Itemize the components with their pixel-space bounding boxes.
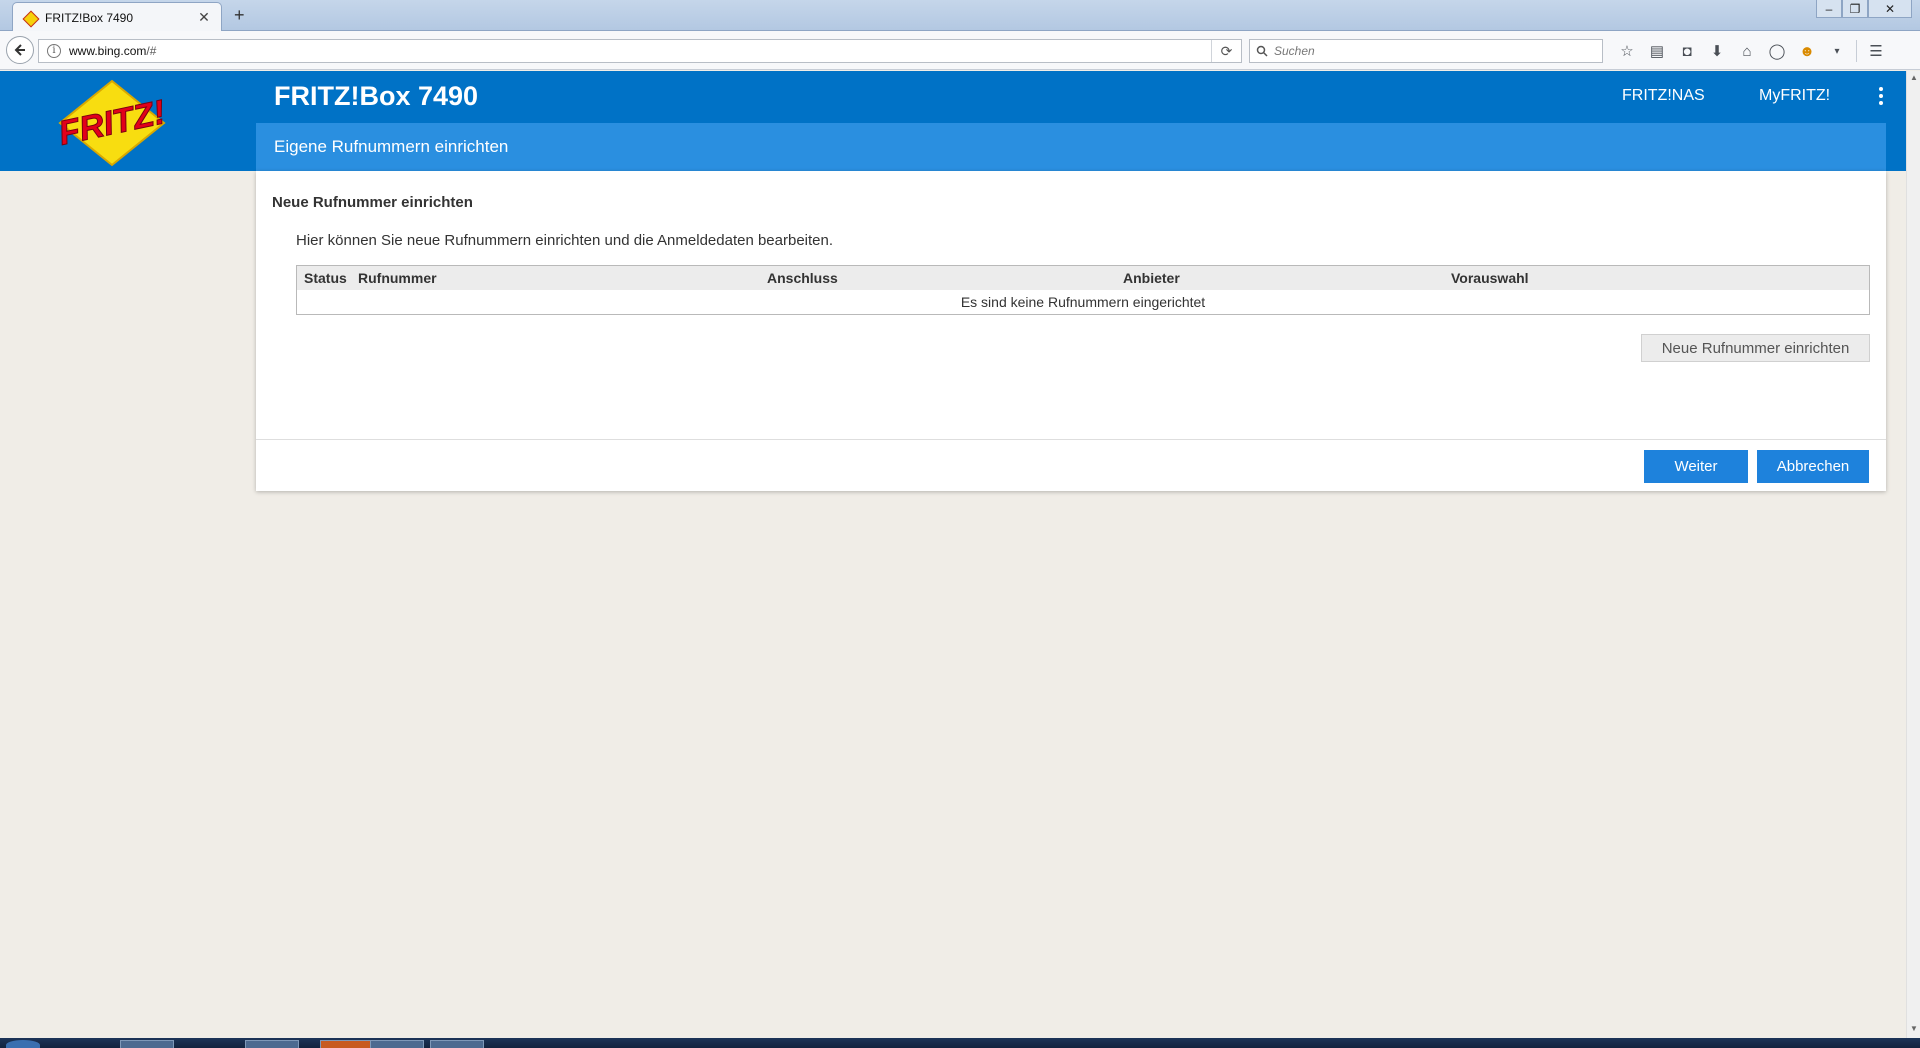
search-icon [1250, 45, 1274, 57]
os-taskbar [0, 1038, 1920, 1048]
toolbar-separator [1856, 40, 1857, 62]
tab-title: FRITZ!Box 7490 [45, 10, 134, 25]
extension-dropdown-icon[interactable]: ▾ [1822, 38, 1852, 64]
menu-icon[interactable]: ☰ [1861, 38, 1891, 64]
restore-icon[interactable]: ❐ [1842, 0, 1868, 18]
fritz-logo[interactable]: FRITZ! [52, 77, 172, 169]
pocket-icon[interactable]: ◘ [1672, 38, 1702, 64]
bookmark-star-icon[interactable]: ☆ [1612, 38, 1642, 64]
page-scrollbar[interactable]: ▲ ▼ [1906, 71, 1920, 1038]
extension-icon[interactable]: ☻ [1792, 38, 1822, 64]
cancel-button[interactable]: Abbrechen [1757, 450, 1869, 483]
bookmarks-list-icon[interactable]: ▤ [1642, 38, 1672, 64]
scroll-up-icon[interactable]: ▲ [1909, 73, 1919, 85]
start-button[interactable] [6, 1040, 40, 1048]
new-tab-icon[interactable]: + [234, 6, 245, 24]
reload-icon[interactable]: ⟳ [1211, 40, 1241, 62]
column-anschluss: Anschluss [767, 270, 838, 286]
section-heading: Neue Rufnummer einrichten [272, 194, 473, 211]
url-bar[interactable]: i www.bing.com/# ⟳ [38, 39, 1242, 63]
nav-link-myfritz[interactable]: MyFRITZ! [1759, 87, 1830, 105]
window-controls: ‒ ❐ ✕ [1816, 0, 1912, 18]
card-divider [256, 439, 1886, 440]
chat-icon[interactable]: ◯ [1762, 38, 1792, 64]
page: FRITZ! FRITZ!Box 7490 FRITZ!NAS MyFRITZ!… [0, 71, 1906, 1038]
column-rufnummer: Rufnummer [358, 270, 437, 286]
column-anbieter: Anbieter [1123, 270, 1180, 286]
product-title: FRITZ!Box 7490 [274, 81, 479, 111]
minimize-icon[interactable]: ‒ [1816, 0, 1842, 18]
empty-table-message: Es sind keine Rufnummern eingerichtet [960, 294, 1206, 310]
taskbar-item[interactable] [430, 1040, 484, 1048]
browser-tab[interactable]: FRITZ!Box 7490 ✕ [12, 2, 222, 32]
page-subtitle: Eigene Rufnummern einrichten [274, 137, 509, 156]
back-button[interactable] [6, 36, 34, 64]
taskbar-item[interactable] [370, 1040, 424, 1048]
taskbar-item[interactable] [320, 1040, 374, 1048]
column-vorauswahl: Vorauswahl [1451, 270, 1529, 286]
home-icon[interactable]: ⌂ [1732, 38, 1762, 64]
close-window-icon[interactable]: ✕ [1868, 0, 1912, 18]
content-card: Neue Rufnummer einrichten Hier können Si… [256, 171, 1886, 491]
taskbar-item[interactable] [245, 1040, 299, 1048]
phone-number-table: Status Rufnummer Anschluss Anbieter Vora… [296, 265, 1870, 315]
browser-toolbar: ☆ ▤ ◘ ⬇ ⌂ ◯ ☻ ▾ ☰ [1612, 38, 1891, 64]
search-placeholder: Suchen [1274, 44, 1315, 58]
section-description: Hier können Sie neue Rufnummern einricht… [296, 232, 834, 249]
more-menu-icon[interactable] [1876, 87, 1886, 107]
column-status: Status [304, 270, 347, 286]
new-number-button[interactable]: Neue Rufnummer einrichten [1641, 334, 1870, 362]
nav-link-fritznas[interactable]: FRITZ!NAS [1622, 87, 1705, 105]
search-bar[interactable]: Suchen [1249, 39, 1603, 63]
table-header: Status Rufnummer Anschluss Anbieter Vora… [297, 266, 1869, 290]
download-icon[interactable]: ⬇ [1702, 38, 1732, 64]
browser-navbar: i www.bing.com/# ⟳ Suchen ☆ ▤ ◘ ⬇ ⌂ ◯ ☻ … [0, 31, 1920, 70]
scroll-down-icon[interactable]: ▼ [1909, 1024, 1919, 1036]
taskbar-item[interactable] [120, 1040, 174, 1048]
close-tab-icon[interactable]: ✕ [197, 9, 211, 26]
fritz-favicon-icon [23, 11, 37, 25]
site-info-icon[interactable]: i [47, 44, 61, 58]
browser-titlebar: FRITZ!Box 7490 ✕ + ‒ ❐ ✕ [0, 0, 1920, 32]
next-button[interactable]: Weiter [1644, 450, 1748, 483]
back-arrow-icon [14, 44, 25, 56]
url-path: /# [146, 44, 157, 58]
url-text: www.bing.com/# [69, 44, 1211, 58]
url-host: www.bing.com [69, 44, 147, 58]
